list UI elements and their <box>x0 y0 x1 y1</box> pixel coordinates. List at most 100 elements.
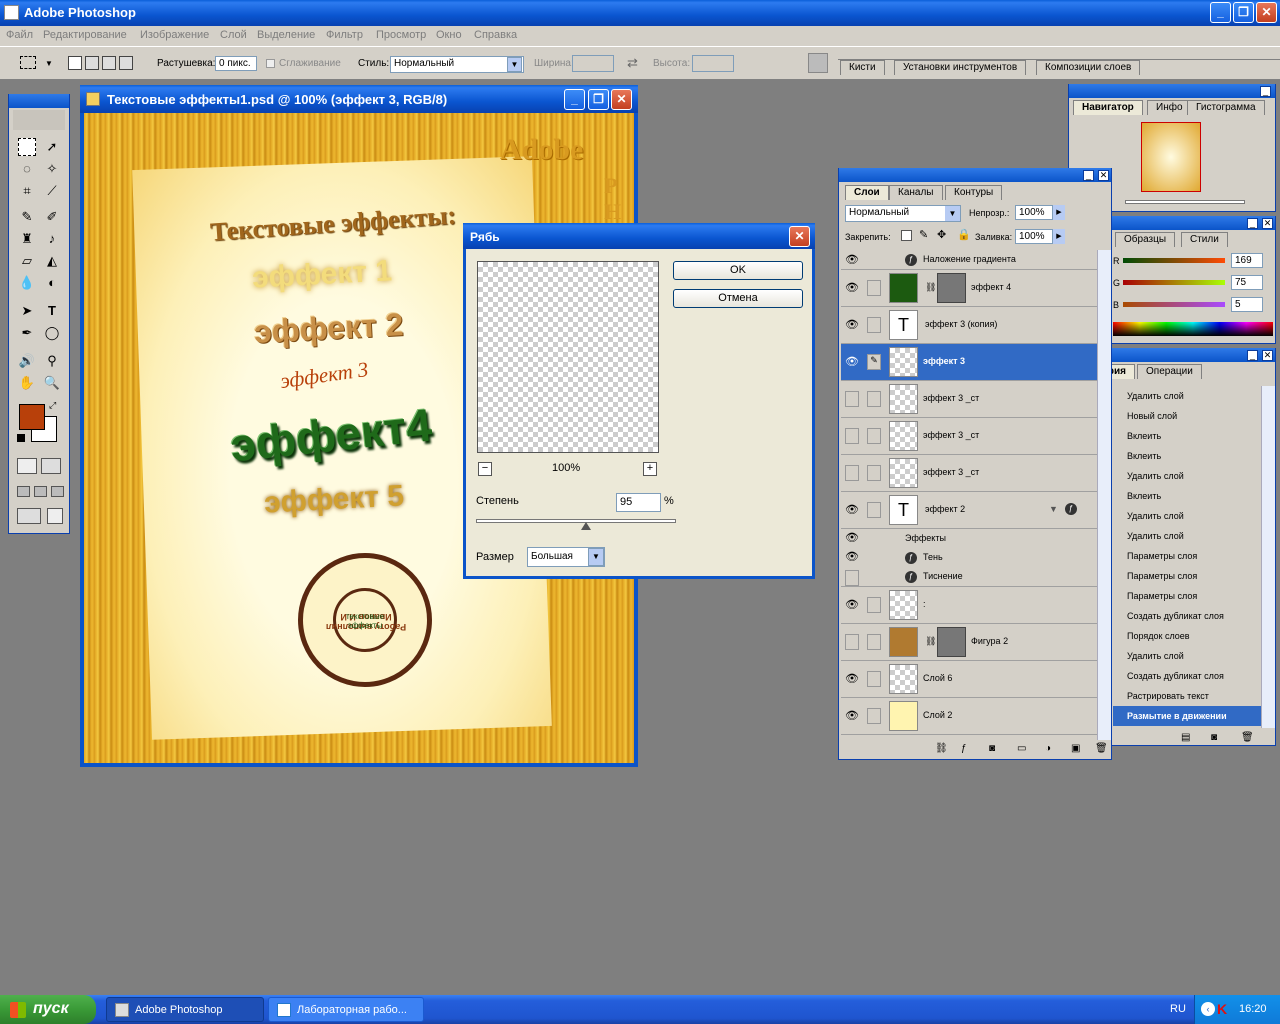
link-slot[interactable] <box>845 428 859 444</box>
layer-row-effect-3-st-3[interactable]: эффект 3 _ст <box>841 455 1097 492</box>
g-input[interactable]: 75 <box>1231 275 1263 290</box>
opacity-input[interactable]: 100% <box>1015 205 1053 220</box>
paint-bucket-icon[interactable]: ◭ <box>43 252 61 270</box>
shape-icon[interactable]: ◯ <box>43 324 61 342</box>
amount-slider-track[interactable] <box>476 519 676 523</box>
layers-close-icon[interactable]: ✕ <box>1098 170 1109 181</box>
history-item[interactable]: Вклеить <box>1113 426 1261 446</box>
menu-image[interactable]: Изображение <box>140 29 209 41</box>
eye-icon[interactable]: 👁 <box>845 253 859 267</box>
r-slider[interactable] <box>1123 258 1225 263</box>
dodge-icon[interactable]: ◐ <box>43 274 61 292</box>
history-item[interactable]: Вклеить <box>1113 446 1261 466</box>
b-slider[interactable] <box>1123 302 1225 307</box>
antialias-checkbox[interactable] <box>266 59 275 68</box>
blend-mode-select[interactable]: Нормальный <box>845 205 961 222</box>
layer-row-effect-2[interactable]: 👁 T эффект 2 ▼ ƒ <box>841 492 1097 529</box>
style-select[interactable]: Нормальный <box>390 56 524 73</box>
new-group-icon[interactable]: ▭ <box>1017 743 1026 754</box>
history-item[interactable]: Удалить слой <box>1113 646 1261 666</box>
selection-mode-add-icon[interactable] <box>85 56 99 70</box>
navigator-minimize-icon[interactable]: _ <box>1260 86 1271 97</box>
history-item[interactable]: Растрировать текст <box>1113 686 1261 706</box>
jump-to-imageready-icon[interactable] <box>17 508 41 524</box>
g-slider[interactable] <box>1123 280 1225 285</box>
tab-info[interactable]: Инфо <box>1147 100 1192 115</box>
history-item[interactable]: Создать дубликат слоя <box>1113 666 1261 686</box>
marquee-icon[interactable] <box>18 138 36 156</box>
menu-window[interactable]: Окно <box>436 29 462 41</box>
move-icon[interactable]: ➚ <box>43 138 61 156</box>
history-item[interactable]: Удалить слой <box>1113 466 1261 486</box>
tab-paths[interactable]: Контуры <box>945 185 1003 200</box>
crop-icon[interactable]: ⌗ <box>18 182 36 200</box>
swap-icon[interactable]: ⇄ <box>627 55 638 71</box>
lock-transparency-icon[interactable] <box>901 230 912 241</box>
standard-mode-icon[interactable] <box>17 458 37 474</box>
selection-mode-intersect-icon[interactable] <box>119 56 133 70</box>
menu-file[interactable]: Файл <box>6 29 33 41</box>
tab-actions[interactable]: Операции <box>1137 364 1202 379</box>
history-item[interactable]: Порядок слоев <box>1113 626 1261 646</box>
tab-layers[interactable]: Слои <box>845 185 889 200</box>
screen-mode-full-icon[interactable] <box>51 486 64 497</box>
fill-arrow-icon[interactable]: ▶ <box>1053 229 1065 244</box>
add-style-icon[interactable]: ƒ <box>961 743 967 754</box>
eye-icon[interactable]: 👁 <box>845 318 859 332</box>
ok-button[interactable]: OK <box>673 261 803 280</box>
link-slot[interactable] <box>867 391 881 407</box>
layer-row-layer-2[interactable]: 👁 Слой 2 <box>841 698 1097 735</box>
color-minimize-icon[interactable]: _ <box>1247 218 1258 229</box>
layer-row-shape-2[interactable]: ⛓ Фигура 2 <box>841 624 1097 661</box>
type-icon[interactable]: T <box>43 302 61 320</box>
link-slot[interactable] <box>867 280 881 296</box>
link-slot[interactable] <box>867 428 881 444</box>
add-mask-icon[interactable]: ◙ <box>989 743 995 754</box>
taskbar-item-photoshop[interactable]: Adobe Photoshop <box>106 997 264 1022</box>
doc-close-button[interactable]: ✕ <box>611 89 632 110</box>
tab-navigator[interactable]: Навигатор <box>1073 100 1143 115</box>
link-slot[interactable] <box>845 570 859 586</box>
zoom-out-button[interactable]: − <box>478 462 492 476</box>
adjustment-layer-icon[interactable]: ◑ <box>1045 743 1051 754</box>
selection-mode-subtract-icon[interactable] <box>102 56 116 70</box>
eye-icon[interactable]: 👁 <box>845 709 859 723</box>
eye-icon[interactable]: 👁 <box>845 281 859 295</box>
checkbox-icon[interactable] <box>47 508 63 524</box>
foreground-color-swatch[interactable] <box>19 404 45 430</box>
menu-select[interactable]: Выделение <box>257 29 315 41</box>
layer-row-effect-3-st-1[interactable]: эффект 3 _ст <box>841 381 1097 418</box>
link-slot[interactable] <box>867 708 881 724</box>
eye-icon[interactable]: 👁 <box>845 531 859 545</box>
ripple-close-button[interactable]: ✕ <box>789 226 810 247</box>
language-indicator[interactable]: RU <box>1170 1003 1186 1015</box>
blur-icon[interactable]: 💧 <box>18 274 36 292</box>
layers-scrollbar[interactable] <box>1097 250 1111 740</box>
dropdown-arrow-icon[interactable]: ▼ <box>45 59 53 68</box>
selection-mode-new-icon[interactable] <box>68 56 82 70</box>
b-input[interactable]: 5 <box>1231 297 1263 312</box>
screen-mode-full-menu-icon[interactable] <box>34 486 47 497</box>
eye-icon[interactable]: 👁 <box>845 503 859 517</box>
brush-link-icon[interactable]: ✎ <box>867 354 881 370</box>
well-tab-layer-comps[interactable]: Композиции слоев <box>1036 60 1141 75</box>
history-item[interactable]: Параметры слоя <box>1113 546 1261 566</box>
effects-group-row[interactable]: 👁 Эффекты <box>841 529 1097 548</box>
history-trash-icon[interactable]: 🗑 <box>1241 732 1254 743</box>
lasso-icon[interactable]: ◌ <box>18 160 36 178</box>
color-close-icon[interactable]: ✕ <box>1262 218 1273 229</box>
cancel-button[interactable]: Отмена <box>673 289 803 308</box>
effect-row-shadow[interactable]: 👁 ƒ Тень <box>841 548 1097 567</box>
maximize-button[interactable]: ❐ <box>1233 2 1254 23</box>
quick-mask-icon[interactable] <box>41 458 61 474</box>
doc-minimize-button[interactable]: _ <box>564 89 585 110</box>
layer-row-effect-3-copy[interactable]: 👁 T эффект 3 (копия) <box>841 307 1097 344</box>
effect-row-emboss[interactable]: ƒ Тиснение <box>841 567 1097 587</box>
start-button[interactable]: пуск <box>0 995 96 1024</box>
history-item[interactable]: Параметры слоя <box>1113 566 1261 586</box>
new-layer-icon[interactable]: ▣ <box>1071 743 1080 754</box>
zoom-in-button[interactable]: + <box>643 462 657 476</box>
path-select-icon[interactable]: ➤ <box>18 302 36 320</box>
amount-input[interactable]: 95 <box>616 493 661 512</box>
opacity-arrow-icon[interactable]: ▶ <box>1053 205 1065 220</box>
